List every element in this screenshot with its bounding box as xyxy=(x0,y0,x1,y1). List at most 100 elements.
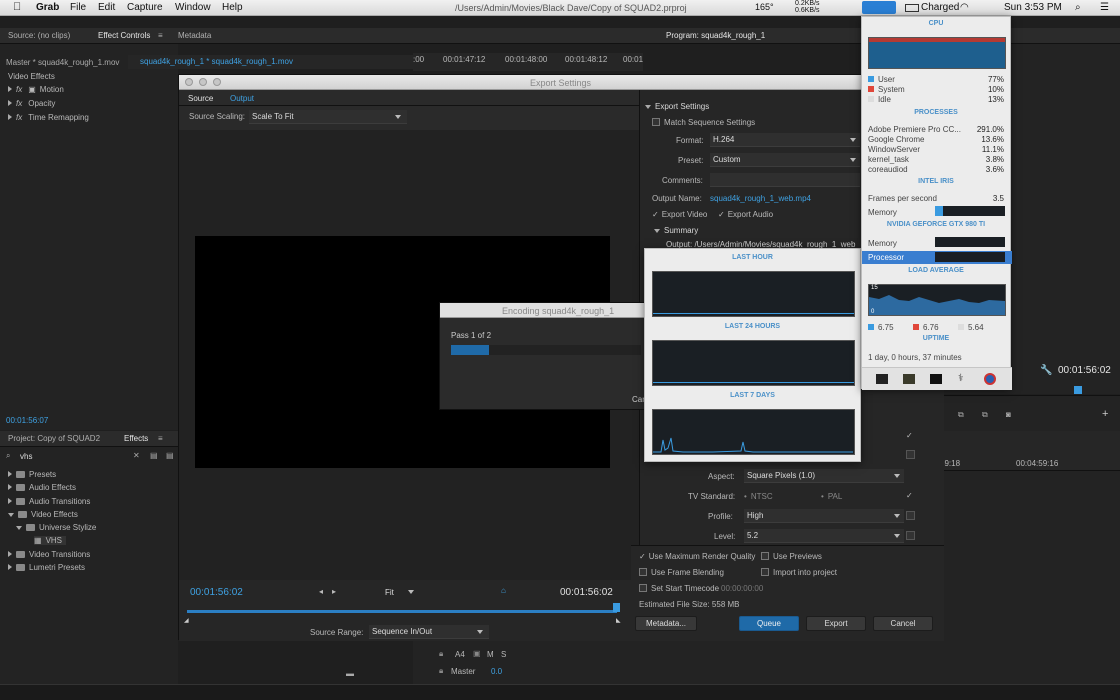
checkmark-icon[interactable]: ✓ xyxy=(639,552,646,561)
menu-help[interactable]: Help xyxy=(222,2,243,13)
tab-source-view[interactable]: Source xyxy=(188,94,213,103)
menu-capture[interactable]: Capture xyxy=(127,2,163,13)
net-up[interactable]: 0.2KB/s xyxy=(795,0,820,7)
expand-icon[interactable] xyxy=(8,114,12,120)
mute-button[interactable]: M xyxy=(487,650,494,659)
new-folder-icon[interactable]: ▬ xyxy=(346,669,354,678)
fx-icon[interactable]: fx xyxy=(16,113,22,122)
lock-icon[interactable]: 🔒︎ xyxy=(439,649,443,659)
checkmark-icon[interactable]: ✓ xyxy=(906,431,913,440)
effects-search-input[interactable]: vhs xyxy=(20,452,32,461)
tree-item[interactable]: Universe Stylize xyxy=(16,523,96,532)
fit-select[interactable]: Fit xyxy=(385,588,414,597)
collapse-icon[interactable] xyxy=(654,229,660,233)
checkbox-icon[interactable] xyxy=(906,511,915,520)
apple-icon[interactable]:  xyxy=(13,1,21,13)
tree-item[interactable]: Lumetri Presets xyxy=(8,563,85,572)
tab-project[interactable]: Project: Copy of SQUAD2 xyxy=(8,431,100,446)
tab-program[interactable]: Program: squad4k_rough_1 xyxy=(666,28,765,43)
tree-item[interactable]: Audio Transitions xyxy=(8,497,90,506)
in-point-marker[interactable]: ◢ xyxy=(184,617,189,624)
effect-motion[interactable]: fx ▣ Motion xyxy=(8,85,64,94)
expand-icon[interactable] xyxy=(8,86,12,92)
frame-blending-checkbox[interactable]: Use Frame Blending xyxy=(639,568,724,577)
lock-icon[interactable]: 🔒︎ xyxy=(439,666,443,676)
effect-time-remapping[interactable]: fx Time Remapping xyxy=(8,113,89,122)
disk-utility-icon[interactable]: ⚕ xyxy=(958,373,963,384)
playhead-marker[interactable] xyxy=(1074,386,1082,394)
tree-item[interactable]: Presets xyxy=(8,470,56,479)
mark-out-icon[interactable]: ▸ xyxy=(332,587,336,596)
checkbox-icon[interactable] xyxy=(761,552,769,560)
start-timecode-checkbox[interactable]: Set Start Timecode xyxy=(639,584,719,593)
activity-monitor-icon[interactable] xyxy=(876,374,888,384)
timeline-tool-icon[interactable]: ⧉ xyxy=(958,410,964,420)
collapse-icon[interactable] xyxy=(16,526,22,530)
menu-window[interactable]: Window xyxy=(175,2,211,13)
ntsc-radio[interactable]: • NTSC xyxy=(744,492,773,501)
new-bin-icon[interactable]: ▤ xyxy=(166,451,174,460)
scrub-bar[interactable] xyxy=(187,610,617,613)
aspect-select[interactable]: Square Pixels (1.0) xyxy=(744,469,904,483)
timeline-tool-icon[interactable]: ⧉ xyxy=(982,410,988,420)
tree-item-vhs[interactable]: ▦ VHS xyxy=(34,536,67,545)
tab-menu-icon[interactable]: ≡ xyxy=(158,431,163,446)
tree-item[interactable]: Video Effects xyxy=(8,510,78,519)
battery-status[interactable]: Charged xyxy=(921,2,959,13)
fx-icon[interactable]: fx xyxy=(16,99,22,108)
queue-button[interactable]: Queue xyxy=(739,616,799,631)
sequence-clip-label[interactable]: squad4k_rough_1 * squad4k_rough_1.mov xyxy=(140,57,293,66)
checkbox-icon[interactable] xyxy=(906,450,915,459)
program-timecode[interactable]: 00:01:56:02 xyxy=(1058,365,1111,376)
notification-icon[interactable]: ☰ xyxy=(1100,2,1109,13)
effect-opacity[interactable]: fx Opacity xyxy=(8,99,55,108)
terminal-icon[interactable] xyxy=(930,374,942,384)
radio-icon[interactable]: • xyxy=(821,492,824,501)
istat-app-icon[interactable] xyxy=(984,373,996,385)
wifi-icon[interactable]: ◠ xyxy=(960,2,969,13)
export-audio-checkbox[interactable]: ✓ Export Audio xyxy=(718,210,773,219)
checkmark-icon[interactable]: ✓ xyxy=(718,210,725,219)
tab-source[interactable]: Source: (no clips) xyxy=(8,28,70,43)
cancel-button[interactable]: Cancel xyxy=(873,616,933,631)
checkbox-icon[interactable] xyxy=(761,568,769,576)
menu-app-name[interactable]: Grab xyxy=(36,2,59,13)
max-render-quality-checkbox[interactable]: ✓ Use Maximum Render Quality xyxy=(639,552,755,561)
timecode-out[interactable]: 00:01:56:02 xyxy=(560,587,613,598)
checkbox-icon[interactable] xyxy=(906,531,915,540)
checkbox-icon[interactable] xyxy=(639,568,647,576)
source-scaling-select[interactable]: Scale To Fit xyxy=(249,110,407,124)
match-sequence-checkbox[interactable]: Match Sequence Settings xyxy=(652,118,755,127)
checkbox-icon[interactable] xyxy=(652,118,660,126)
console-icon[interactable] xyxy=(903,374,915,384)
use-previews-checkbox[interactable]: Use Previews xyxy=(761,552,822,561)
level-select[interactable]: 5.2 xyxy=(744,529,904,543)
collapse-icon[interactable] xyxy=(8,513,14,517)
summary-header[interactable]: Summary xyxy=(654,226,698,235)
expand-icon[interactable] xyxy=(8,471,12,477)
export-settings-header[interactable]: Export Settings xyxy=(645,102,709,111)
add-icon[interactable]: + xyxy=(1102,408,1108,420)
battery-icon[interactable] xyxy=(905,4,919,12)
checkmark-icon[interactable]: ✓ xyxy=(652,210,659,219)
camera-icon[interactable]: ◙ xyxy=(1006,410,1011,419)
source-range-select[interactable]: Sequence In/Out xyxy=(369,625,489,639)
profile-select[interactable]: High xyxy=(744,509,904,523)
comments-input[interactable] xyxy=(710,173,860,187)
expand-icon[interactable] xyxy=(8,100,12,106)
checkmark-icon[interactable]: ✓ xyxy=(906,491,913,500)
out-point-marker[interactable]: ◣ xyxy=(616,617,621,624)
crop-icon[interactable]: ⌂ xyxy=(501,586,506,595)
tab-menu-icon[interactable]: ≡ xyxy=(158,28,163,43)
export-video-checkbox[interactable]: ✓ Export Video xyxy=(652,210,707,219)
tree-item[interactable]: Video Transitions xyxy=(8,550,90,559)
menu-edit[interactable]: Edit xyxy=(98,2,115,13)
net-down[interactable]: 0.6KB/s xyxy=(795,7,820,14)
format-select[interactable]: H.264 xyxy=(710,133,860,147)
tab-metadata[interactable]: Metadata xyxy=(178,28,211,43)
playhead-handle[interactable] xyxy=(613,603,620,612)
master-volume[interactable]: 0.0 xyxy=(491,667,502,676)
expand-icon[interactable] xyxy=(8,564,12,570)
effect-controls-timecode[interactable]: 00:01:56:07 xyxy=(6,416,48,425)
istat-cpu-icon[interactable] xyxy=(862,1,896,14)
